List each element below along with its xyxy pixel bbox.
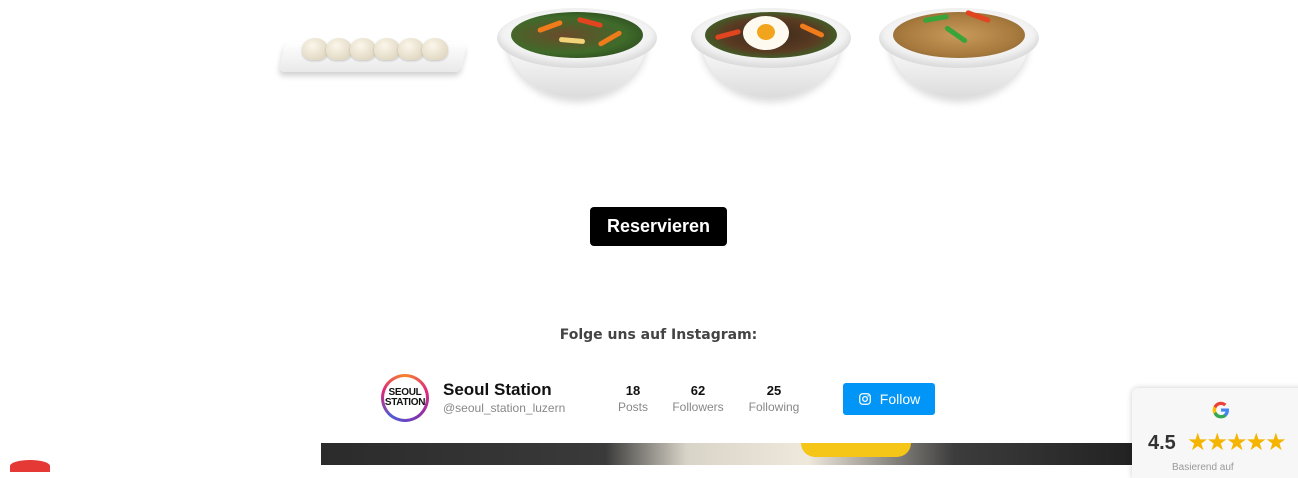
- stat-posts-label: Posts: [617, 400, 648, 414]
- bibimbap-image: [497, 2, 657, 102]
- follow-button[interactable]: Follow: [843, 383, 935, 415]
- chat-widget-button[interactable]: [10, 460, 50, 472]
- fried-rice-image: [879, 2, 1039, 102]
- rating-value: 4.5: [1148, 432, 1176, 454]
- stat-following-label: Following: [748, 400, 800, 414]
- instagram-feed-image[interactable]: [321, 443, 1133, 465]
- account-handle[interactable]: @seoul_station_luzern: [443, 401, 565, 415]
- stat-following: 25 Following: [746, 383, 802, 414]
- stat-followers-value: 62: [690, 383, 706, 398]
- bibimbap-egg-image: [691, 2, 851, 102]
- follow-label: Follow: [879, 391, 921, 407]
- instagram-heading: Folge uns auf Instagram:: [559, 327, 758, 343]
- instagram-icon: [858, 393, 871, 405]
- stat-posts: 18 Posts: [617, 383, 649, 414]
- google-icon: [1212, 401, 1229, 419]
- account-name[interactable]: Seoul Station: [443, 380, 552, 400]
- instagram-profile-bar: SEOUL STATION Seoul Station @seoul_stati…: [381, 374, 941, 424]
- stat-following-value: 25: [766, 383, 782, 398]
- avatar-logo-line2: STATION: [384, 397, 426, 408]
- avatar[interactable]: SEOUL STATION: [381, 374, 429, 422]
- avatar-logo: SEOUL STATION: [384, 377, 426, 419]
- reserve-button[interactable]: Reservieren: [590, 207, 727, 246]
- stat-followers-label: Followers: [672, 400, 724, 414]
- rating-subtext: Basierend auf: [1172, 462, 1234, 473]
- rating-stars: ★★★★★: [1187, 429, 1287, 456]
- stat-posts-value: 18: [625, 383, 641, 398]
- stat-followers: 62 Followers: [669, 383, 727, 414]
- dumplings-image: [278, 36, 468, 76]
